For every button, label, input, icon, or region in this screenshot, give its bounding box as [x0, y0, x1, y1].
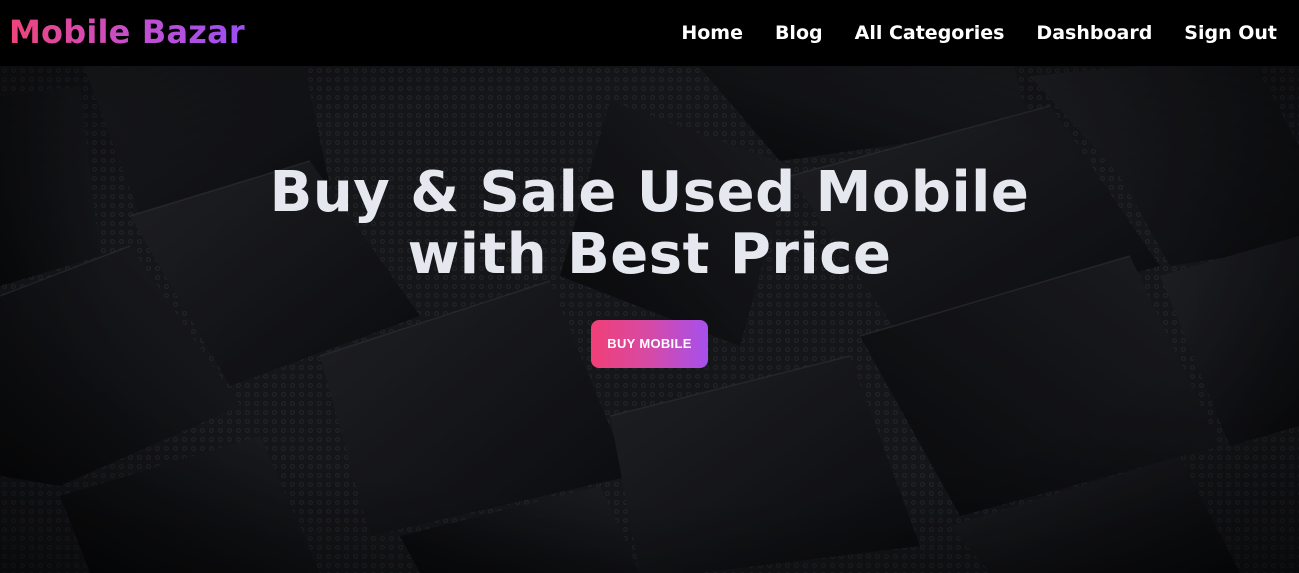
nav-home[interactable]: Home	[681, 22, 743, 44]
buy-mobile-button[interactable]: BUY MOBILE	[591, 320, 708, 368]
nav-all-categories[interactable]: All Categories	[855, 22, 1005, 44]
brand-logo[interactable]: Mobile Bazar	[9, 16, 245, 48]
nav-links: Home Blog All Categories Dashboard Sign …	[681, 22, 1277, 44]
nav-blog[interactable]: Blog	[775, 22, 823, 44]
navbar: Mobile Bazar Home Blog All Categories Da…	[0, 0, 1299, 66]
nav-sign-out[interactable]: Sign Out	[1184, 22, 1277, 44]
hero-title: Buy & Sale Used Mobile with Best Price	[269, 160, 1030, 287]
hero-banner: Buy & Sale Used Mobile with Best Price B…	[0, 66, 1299, 573]
hero-content: Buy & Sale Used Mobile with Best Price B…	[0, 162, 1299, 368]
nav-dashboard[interactable]: Dashboard	[1036, 22, 1152, 44]
